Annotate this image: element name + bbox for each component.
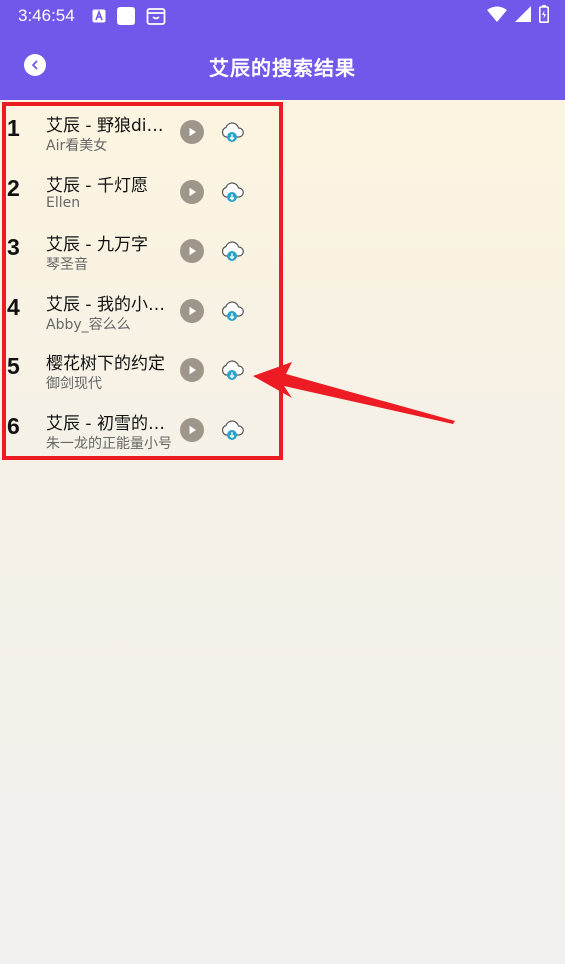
status-bar: 3:46:54 <box>0 0 565 32</box>
highlight-box <box>2 102 283 460</box>
square-icon <box>116 6 136 26</box>
briefcase-icon <box>146 6 166 26</box>
battery-icon <box>539 5 549 23</box>
status-icons-left <box>92 6 166 26</box>
signal-icon <box>515 6 531 22</box>
wifi-icon <box>487 6 507 22</box>
a-letter-icon <box>92 9 106 23</box>
status-time: 3:46:54 <box>18 6 75 25</box>
red-arrow-annotation <box>253 362 455 424</box>
status-icons-right <box>487 5 549 23</box>
page-title: 艾辰的搜索结果 <box>209 56 356 80</box>
